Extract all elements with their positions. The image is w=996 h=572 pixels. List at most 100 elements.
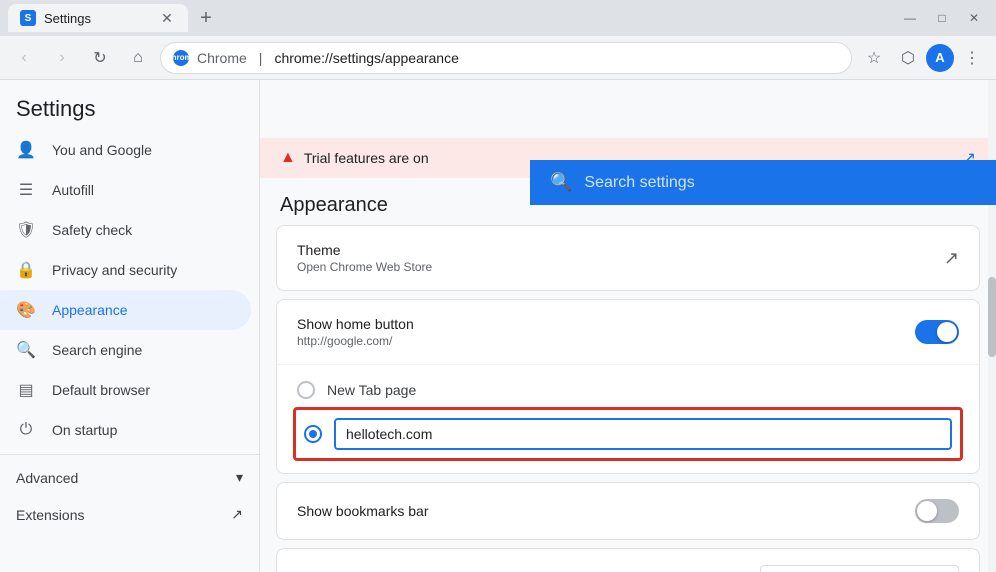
tab-favicon: S [20, 10, 36, 26]
sidebar-item-privacy-security[interactable]: 🔒 Privacy and security [0, 250, 251, 290]
reload-button[interactable]: ↻ [84, 42, 116, 74]
theme-subtitle: Open Chrome Web Store [297, 260, 432, 274]
toggle-thumb [937, 322, 957, 342]
lock-icon: 🔒 [16, 260, 36, 280]
browser-frame: S Settings ✕ + — □ ✕ ‹ › ↻ ⌂ Chrome Chro… [0, 0, 996, 572]
close-button[interactable]: ✕ [960, 4, 988, 32]
search-overlay: 🔍 [530, 160, 996, 205]
sidebar-label-privacy-security: Privacy and security [52, 262, 177, 278]
theme-row[interactable]: Theme Open Chrome Web Store ↗ [277, 226, 979, 290]
sidebar-item-default-browser[interactable]: ▤ Default browser [0, 370, 251, 410]
chevron-down-icon: ▾ [236, 469, 243, 486]
theme-external-icon[interactable]: ↗ [944, 248, 959, 269]
browser-icon: ▤ [16, 380, 36, 400]
extensions-label: Extensions [16, 507, 84, 523]
page-content: 🔍 ▲ Trial features are on ↗ Appearance T… [260, 80, 996, 572]
sidebar-title: Settings [0, 80, 259, 130]
autofill-icon: ☰ [16, 180, 36, 200]
search-input[interactable] [584, 174, 976, 192]
main-content: Settings 👤 You and Google ☰ Autofill 🛡 S… [0, 80, 996, 572]
shield-icon: 🛡 [16, 220, 36, 240]
active-tab[interactable]: S Settings ✕ [8, 4, 188, 32]
tab-strip: S Settings ✕ + [8, 4, 896, 32]
new-tab-radio[interactable] [297, 381, 315, 399]
bookmarks-bar-row: Show bookmarks bar [277, 483, 979, 539]
tab-title: Settings [44, 11, 150, 26]
sidebar-item-you-and-google[interactable]: 👤 You and Google [0, 130, 251, 170]
banner-text: Trial features are on [304, 150, 429, 166]
sidebar-label-autofill: Autofill [52, 182, 94, 198]
window-controls: — □ ✕ [896, 4, 988, 32]
font-size-dropdown[interactable]: Medium (Recommended) ▾ [760, 565, 959, 572]
home-button-toggle[interactable] [915, 320, 959, 344]
scrollbar-track[interactable] [988, 80, 996, 572]
sidebar-item-safety-check[interactable]: 🛡 Safety check [0, 210, 251, 250]
menu-button[interactable]: ⋮ [956, 42, 988, 74]
theme-action: ↗ [944, 248, 959, 269]
sidebar-item-appearance[interactable]: 🎨 Appearance [0, 290, 251, 330]
bookmark-button[interactable]: ☆ [858, 42, 890, 74]
toolbar-icons: ☆ ⬡ A ⋮ [858, 42, 988, 74]
sidebar-label-you-and-google: You and Google [52, 142, 152, 158]
radio-section: New Tab page [277, 365, 979, 473]
home-button-subtitle: http://google.com/ [297, 334, 414, 348]
profile-button[interactable]: A [926, 44, 954, 72]
home-button-toggle-switch[interactable] [915, 320, 959, 344]
search-icon: 🔍 [16, 340, 36, 360]
palette-icon: 🎨 [16, 300, 36, 320]
bookmarks-bar-toggle-switch[interactable] [915, 499, 959, 523]
sidebar-label-default-browser: Default browser [52, 382, 150, 398]
banner-content: ▲ Trial features are on [280, 149, 429, 167]
tab-close-button[interactable]: ✕ [158, 9, 176, 27]
font-size-row: Font size Medium (Recommended) ▾ [277, 549, 979, 572]
bookmarks-bar-toggle[interactable] [915, 499, 959, 523]
theme-title: Theme [297, 242, 432, 258]
sidebar-label-safety-check: Safety check [52, 222, 132, 238]
bookmarks-bar-title: Show bookmarks bar [297, 503, 429, 519]
new-tab-radio-row[interactable]: New Tab page [297, 373, 959, 407]
back-button[interactable]: ‹ [8, 42, 40, 74]
power-icon: ⏻ [16, 420, 36, 440]
font-size-card: Font size Medium (Recommended) ▾ [276, 548, 980, 572]
sidebar-item-autofill[interactable]: ☰ Autofill [0, 170, 251, 210]
sidebar-item-search-engine[interactable]: 🔍 Search engine [0, 330, 251, 370]
external-link-icon: ↗ [231, 506, 243, 523]
sidebar-item-on-startup[interactable]: ⏻ On startup [0, 410, 251, 450]
search-overlay-icon: 🔍 [550, 172, 572, 193]
extensions-button[interactable]: ⬡ [892, 42, 924, 74]
warning-icon: ▲ [280, 149, 296, 167]
title-bar: S Settings ✕ + — □ ✕ [0, 0, 996, 36]
sidebar-label-appearance: Appearance [52, 302, 128, 318]
site-label: Chrome [197, 50, 247, 66]
new-tab-label: New Tab page [327, 382, 416, 398]
theme-content: Theme Open Chrome Web Store [297, 242, 432, 274]
home-button-content: Show home button http://google.com/ [297, 316, 414, 348]
advanced-section[interactable]: Advanced ▾ [0, 459, 259, 496]
sidebar-label-search-engine: Search engine [52, 342, 142, 358]
sidebar: Settings 👤 You and Google ☰ Autofill 🛡 S… [0, 80, 260, 572]
bookmarks-bar-card: Show bookmarks bar [276, 482, 980, 540]
browser-toolbar: ‹ › ↻ ⌂ Chrome Chrome | chrome://setting… [0, 36, 996, 80]
custom-url-radio[interactable] [304, 425, 322, 443]
custom-url-input[interactable] [346, 426, 940, 442]
home-button-card: Show home button http://google.com/ New … [276, 299, 980, 474]
extensions-section[interactable]: Extensions ↗ [0, 496, 259, 533]
home-button-row: Show home button http://google.com/ [277, 300, 979, 365]
minimize-button[interactable]: — [896, 4, 924, 32]
sidebar-divider [0, 454, 259, 455]
advanced-label: Advanced [16, 470, 78, 486]
maximize-button[interactable]: □ [928, 4, 956, 32]
theme-card: Theme Open Chrome Web Store ↗ [276, 225, 980, 291]
address-bar[interactable]: Chrome Chrome | chrome://settings/appear… [160, 42, 852, 74]
sidebar-label-on-startup: On startup [52, 422, 117, 438]
url-text: chrome://settings/appearance [274, 50, 458, 66]
scrollbar-thumb[interactable] [988, 277, 996, 357]
site-icon: Chrome [173, 50, 189, 66]
home-button[interactable]: ⌂ [122, 42, 154, 74]
new-tab-button[interactable]: + [192, 4, 220, 32]
custom-url-input-wrapper [334, 418, 952, 450]
bookmarks-bar-content: Show bookmarks bar [297, 503, 429, 519]
custom-url-radio-row[interactable] [293, 407, 963, 461]
url-separator: | [259, 50, 263, 66]
forward-button[interactable]: › [46, 42, 78, 74]
